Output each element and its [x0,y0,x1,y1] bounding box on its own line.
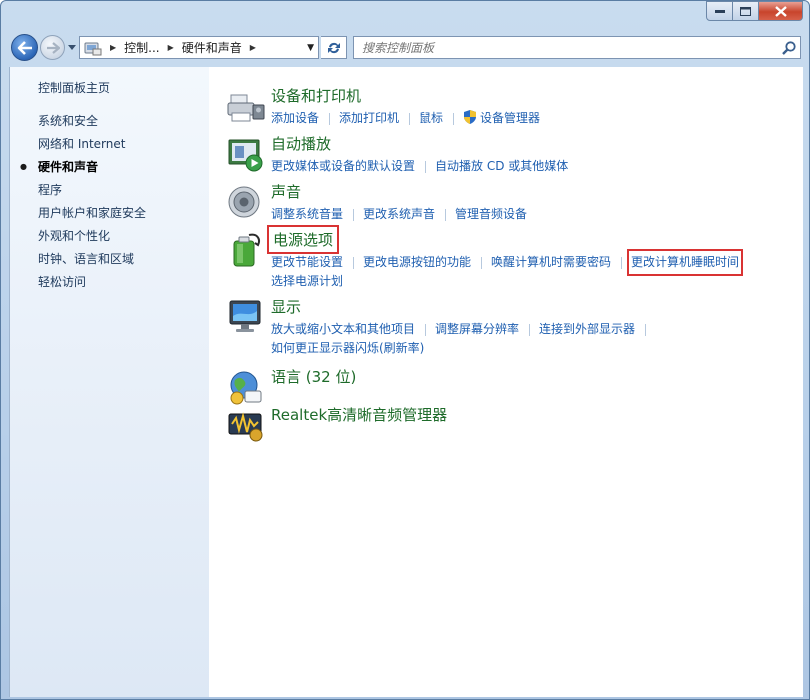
link-adjust-volume[interactable]: 调整系统音量 [271,205,343,224]
sidebar-item-programs[interactable]: 程序 [38,182,146,205]
breadcrumb-arrow-icon[interactable]: ▶ [246,43,260,52]
link-mouse[interactable]: 鼠标 [419,109,443,128]
category-language: 语言 (32 位) [227,366,797,406]
category-links: 调整系统音量 更改系统声音 管理音频设备 [271,205,527,224]
link-zoom-text[interactable]: 放大或缩小文本和其他项目 [271,320,415,339]
forward-arrow-icon [46,41,60,54]
close-icon [774,5,787,17]
breadcrumb-arrow-icon[interactable]: ▶ [106,43,120,52]
caption-buttons [706,1,803,21]
main-content: 设备和打印机 添加设备 添加打印机 鼠标 设备管理器 自动播放 更改媒体或设备的默认设… [209,67,803,697]
category-links: 添加设备 添加打印机 鼠标 设备管理器 [271,109,540,128]
sidebar-item-clock-language-region[interactable]: 时钟、语言和区域 [38,251,146,274]
category-realtek-audio: Realtek高清晰音频管理器 [227,404,797,444]
link-choose-power-plan[interactable]: 选择电源计划 [271,272,343,291]
sidebar-item-ease-of-access[interactable]: 轻松访问 [38,274,146,297]
sidebar-item-appearance[interactable]: 外观和个性化 [38,228,146,251]
shield-icon [464,110,477,124]
link-change-power-button[interactable]: 更改电源按钮的功能 [363,253,471,272]
speaker-icon [228,186,260,218]
language-icon [230,371,262,405]
link-separator [353,208,355,221]
link-separator [453,112,455,125]
link-add-printer[interactable]: 添加打印机 [339,109,399,128]
sidebar-item-system-security[interactable]: 系统和安全 [38,113,146,136]
link-separator [621,256,623,269]
link-manage-audio-devices[interactable]: 管理音频设备 [455,205,527,224]
search-input[interactable] [362,40,778,55]
category-title-devices-printers[interactable]: 设备和打印机 [271,85,361,106]
link-separator [445,208,447,221]
link-separator [425,160,427,173]
realtek-audio-icon [228,412,263,442]
link-separator [329,112,331,125]
control-panel-window: ▶ 控制... ▶ 硬件和声音 ▶ ▼ 控制面板主页 系统和安全 网络和 Int… [0,0,810,700]
back-arrow-icon [17,40,32,55]
recent-pages-dropdown-icon[interactable] [67,42,77,52]
breadcrumb-hardware-sound[interactable]: 硬件和声音 [178,39,246,56]
sidebar-item-user-accounts[interactable]: 用户帐户和家庭安全 [38,205,146,228]
back-button[interactable] [11,34,38,61]
address-dropdown-icon[interactable]: ▼ [307,43,314,53]
close-button[interactable] [759,1,803,21]
category-autoplay: 自动播放 更改媒体或设备的默认设置 自动播放 CD 或其他媒体 [227,133,797,173]
sidebar-item-network-internet[interactable]: 网络和 Internet [38,136,146,159]
category-title-autoplay[interactable]: 自动播放 [271,133,331,154]
search-icon[interactable] [778,40,800,55]
category-power-options: 电源选项 更改节能设置 更改电源按钮的功能 唤醒计算机时需要密码 更改计算机睡眠时间选… [227,225,797,291]
category-links: 更改媒体或设备的默认设置 自动播放 CD 或其他媒体 [271,157,568,176]
link-connect-external-display[interactable]: 连接到外部显示器 [539,320,635,339]
category-links: 更改节能设置 更改电源按钮的功能 唤醒计算机时需要密码 更改计算机睡眠时间选择电源计划 [271,249,744,291]
control-panel-folder-icon [80,40,106,56]
category-title-realtek-audio[interactable]: Realtek高清晰音频管理器 [271,404,447,425]
category-links: 放大或缩小文本和其他项目 调整屏幕分辨率 连接到外部显示器如何更正显示器闪烁(刷新率… [271,320,655,358]
link-device-manager[interactable]: 设备管理器 [463,109,540,128]
category-display: 显示 放大或缩小文本和其他项目 调整屏幕分辨率 连接到外部显示器如何更正显示器闪烁(… [227,296,797,356]
minimize-icon [714,10,725,13]
link-change-sleep-time[interactable]: 更改计算机睡眠时间 [627,249,744,276]
link-separator [645,323,647,336]
link-require-password-on-wake[interactable]: 唤醒计算机时需要密码 [491,253,611,272]
address-bar[interactable]: ▶ 控制... ▶ 硬件和声音 ▶ ▼ [79,36,319,59]
category-sound: 声音 调整系统音量 更改系统声音 管理音频设备 [227,181,797,221]
link-add-device[interactable]: 添加设备 [271,109,319,128]
monitor-icon [229,300,261,332]
category-title-sound[interactable]: 声音 [271,181,301,202]
forward-button[interactable] [40,35,65,60]
breadcrumb-arrow-icon[interactable]: ▶ [164,43,178,52]
sidebar-item-control-panel-home[interactable]: 控制面板主页 [38,80,146,103]
link-separator [481,256,483,269]
link-autoplay-cd[interactable]: 自动播放 CD 或其他媒体 [435,157,568,176]
category-title-display[interactable]: 显示 [271,296,301,317]
link-separator [409,112,411,125]
printer-icon [227,94,265,122]
sidebar-item-hardware-sound[interactable]: 硬件和声音 [20,159,146,182]
battery-icon [233,233,260,267]
refresh-icon [327,42,340,53]
search-box[interactable] [353,36,801,59]
category-title-language[interactable]: 语言 (32 位) [271,366,356,387]
category-devices-printers: 设备和打印机 添加设备 添加打印机 鼠标 设备管理器 [227,85,797,125]
link-fix-flicker[interactable]: 如何更正显示器闪烁(刷新率) [271,339,424,358]
autoplay-icon [228,139,263,172]
link-adjust-resolution[interactable]: 调整屏幕分辨率 [435,320,519,339]
link-separator [529,323,531,336]
maximize-button[interactable] [733,1,759,21]
link-change-default-media-settings[interactable]: 更改媒体或设备的默认设置 [271,157,415,176]
refresh-button[interactable] [321,36,347,59]
maximize-icon [740,6,751,16]
link-change-system-sounds[interactable]: 更改系统声音 [363,205,435,224]
link-separator [353,256,355,269]
navigation-pane: 控制面板主页 系统和安全 网络和 Internet 硬件和声音 程序 用户帐户和… [9,67,209,697]
link-change-power-saving-settings[interactable]: 更改节能设置 [271,253,343,272]
breadcrumb-control-panel[interactable]: 控制... [120,39,163,56]
link-separator [425,323,427,336]
category-title-power-options[interactable]: 电源选项 [266,225,340,254]
navigation-bar: ▶ 控制... ▶ 硬件和声音 ▶ ▼ [1,29,809,65]
sidebar-list: 控制面板主页 系统和安全 网络和 Internet 硬件和声音 程序 用户帐户和… [20,80,146,297]
minimize-button[interactable] [706,1,733,21]
link-device-manager-label: 设备管理器 [480,111,541,125]
